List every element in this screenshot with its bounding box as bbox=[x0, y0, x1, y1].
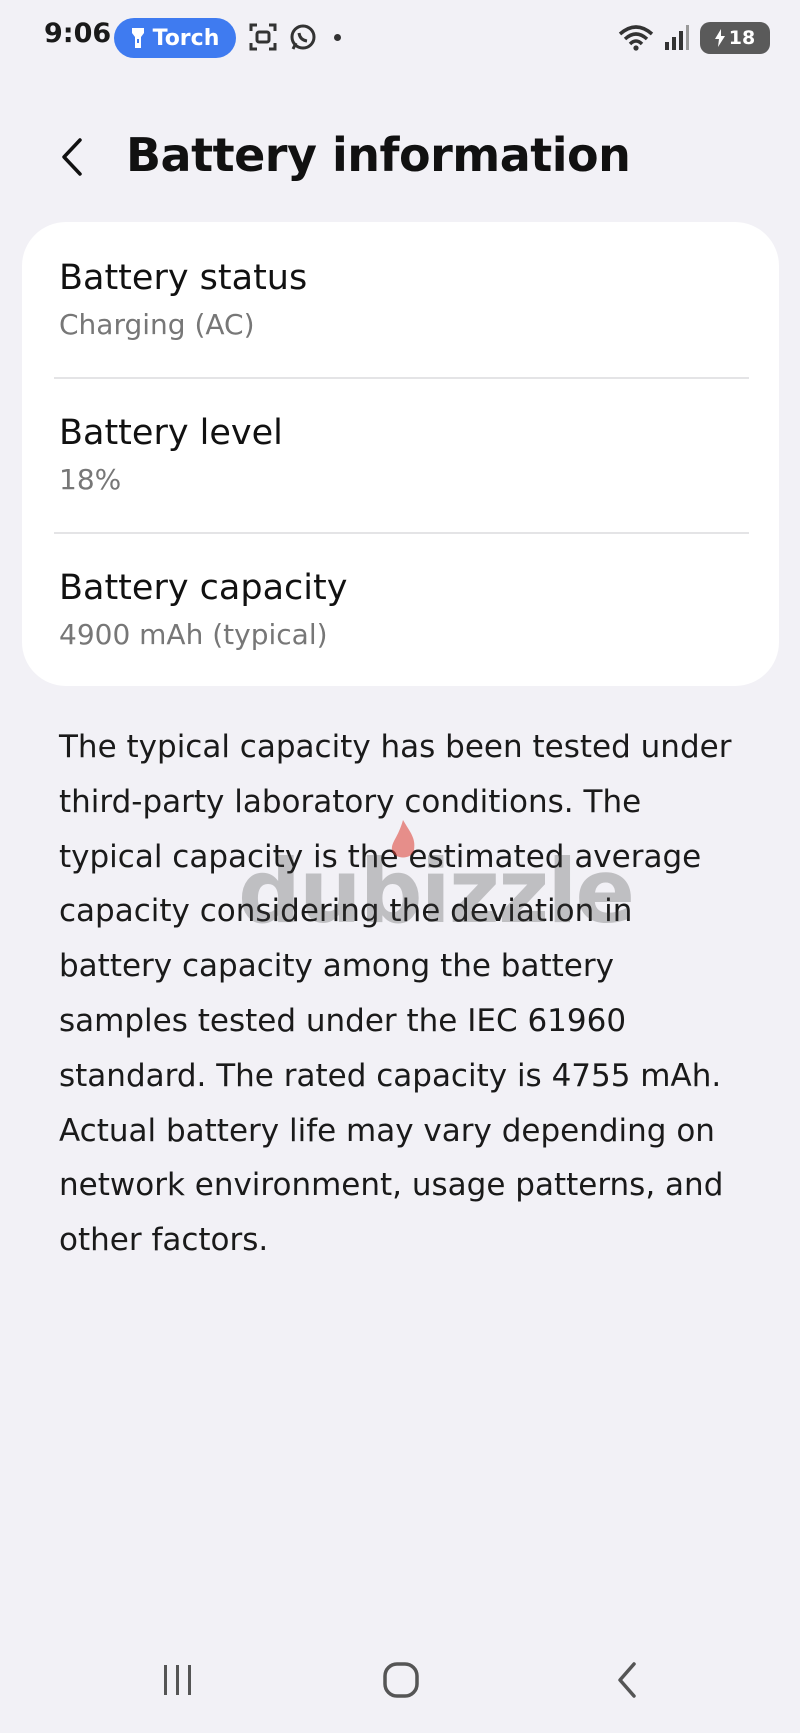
battery-level-row: Battery level 18% bbox=[22, 377, 779, 532]
watermark-logo: dubizzle bbox=[238, 840, 635, 943]
navigation-bar bbox=[0, 1640, 800, 1720]
battery-status-title: Battery status bbox=[59, 258, 308, 298]
torch-label: Torch bbox=[152, 25, 220, 51]
battery-indicator: 18 bbox=[700, 22, 770, 54]
status-time: 9:06 bbox=[44, 18, 112, 49]
page-title: Battery information bbox=[126, 128, 631, 182]
battery-level-title: Battery level bbox=[59, 413, 283, 453]
recents-button[interactable] bbox=[148, 1658, 208, 1702]
capacity-description: The typical capacity has been tested und… bbox=[59, 729, 732, 1259]
battery-capacity-row: Battery capacity 4900 mAh (typical) bbox=[22, 532, 779, 686]
home-button[interactable] bbox=[371, 1658, 431, 1702]
battery-info-card: Battery status Charging (AC) Battery lev… bbox=[22, 222, 779, 686]
torch-icon bbox=[131, 28, 144, 48]
torch-chip[interactable]: Torch bbox=[114, 18, 236, 58]
screenshot-icon bbox=[249, 23, 277, 51]
battery-capacity-value: 4900 mAh (typical) bbox=[59, 618, 328, 651]
notification-dot bbox=[334, 33, 341, 41]
battery-charging-icon bbox=[714, 29, 725, 47]
signal-icon bbox=[665, 25, 689, 50]
battery-capacity-title: Battery capacity bbox=[59, 568, 348, 608]
app-header: Battery information bbox=[0, 112, 800, 202]
whatsapp-icon bbox=[290, 24, 316, 50]
recents-icon bbox=[164, 1665, 191, 1695]
nav-back-button[interactable] bbox=[597, 1658, 657, 1702]
battery-level-value: 18% bbox=[59, 463, 122, 496]
battery-status-row: Battery status Charging (AC) bbox=[22, 222, 779, 377]
home-icon bbox=[383, 1662, 419, 1698]
back-button[interactable] bbox=[50, 134, 96, 180]
status-bar: 9:06 Torch 18 bbox=[0, 0, 800, 76]
wifi-icon bbox=[618, 25, 654, 51]
chevron-left-icon bbox=[62, 138, 82, 176]
back-icon bbox=[618, 1662, 636, 1698]
battery-status-value: Charging (AC) bbox=[59, 308, 255, 341]
battery-percent: 18 bbox=[728, 27, 756, 49]
